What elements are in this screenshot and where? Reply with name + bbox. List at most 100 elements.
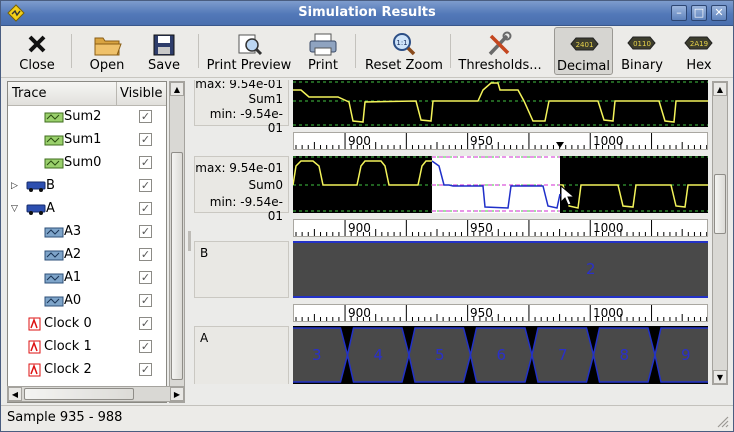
print-preview-button[interactable]: Print Preview	[204, 27, 294, 75]
print-button[interactable]: Print	[297, 27, 349, 75]
simulation-results-window: Simulation Results – □ ✕ Close Open Save…	[0, 0, 734, 432]
save-button[interactable]: Save	[136, 27, 192, 75]
visible-checkbox[interactable]: ✓	[139, 110, 152, 123]
tree-row-b[interactable]: ▷ B ✓	[8, 175, 166, 198]
sum0-waveform[interactable]	[293, 156, 708, 213]
tree-row-label: Clock 1	[44, 339, 92, 354]
visible-checkbox[interactable]: ✓	[139, 317, 152, 330]
visible-checkbox[interactable]: ✓	[139, 179, 152, 192]
tree-row-label: Clock 2	[44, 362, 92, 377]
tree-row-sum0[interactable]: Sum0 ✓	[8, 152, 166, 175]
tree-row-sum1[interactable]: Sum1 ✓	[8, 129, 166, 152]
scroll-down-arrow-icon[interactable]: ▼	[713, 370, 727, 384]
visible-checkbox[interactable]: ✓	[139, 271, 152, 284]
tree-row-clock-1[interactable]: Clock 1 ✓	[8, 336, 166, 359]
status-bar: Sample 935 - 988	[1, 405, 733, 431]
b-bus-waveform[interactable]: 2	[293, 241, 708, 298]
scroll-left-arrow-icon[interactable]: ◀	[8, 387, 22, 401]
maximize-button[interactable]: □	[691, 5, 707, 21]
save-button-label: Save	[148, 58, 180, 73]
tree-row-a[interactable]: ▽ A ✓	[8, 198, 166, 221]
trace-label-a[interactable]: A	[194, 326, 289, 384]
ruler-label-1000: 1000	[593, 134, 624, 148]
tree-row-a1[interactable]: A1 ✓	[8, 267, 166, 290]
waveform-scrollbar[interactable]: ▲ ▼	[712, 81, 728, 385]
hex-button[interactable]: 2A19 Hex	[673, 27, 725, 75]
close-window-button[interactable]: ✕	[711, 5, 727, 21]
column-header-trace[interactable]: Trace	[12, 86, 47, 101]
digital-signal-icon	[44, 273, 64, 284]
tree-row-clock-2[interactable]: Clock 2 ✓	[8, 359, 166, 382]
visible-checkbox[interactable]: ✓	[139, 363, 152, 376]
reset-zoom-button-label: Reset Zoom	[365, 58, 443, 73]
expander-collapsed-icon[interactable]: ▷	[11, 181, 18, 191]
visible-checkbox[interactable]: ✓	[139, 248, 152, 261]
expander-expanded-icon[interactable]: ▽	[11, 204, 18, 214]
sum1-min-text: min: -9.54e-01	[209, 107, 283, 135]
visible-checkbox[interactable]: ✓	[139, 225, 152, 238]
tree-row-a3[interactable]: A3 ✓	[8, 221, 166, 244]
trace-tree: Trace Visible Sum2 ✓ Sum1 ✓ Sum0 ✓ ▷ B ✓ ▽ A ✓ A3 ✓ A2…	[7, 81, 167, 403]
sum0-min-text: min: -9.54e-01	[209, 195, 283, 223]
binary-button[interactable]: 0110 Binary	[616, 27, 668, 75]
tree-row-clock-0[interactable]: Clock 0 ✓	[8, 313, 166, 336]
a-bus-waveform[interactable]: 3 4 5 6 7 8 9	[293, 326, 708, 384]
close-button[interactable]: Close	[9, 27, 65, 75]
reset-zoom-button[interactable]: 1:1 Reset Zoom	[363, 27, 445, 75]
open-button-label: Open	[89, 58, 125, 73]
visible-checkbox[interactable]: ✓	[139, 294, 152, 307]
visible-checkbox[interactable]: ✓	[139, 156, 152, 169]
trace-label-sum1[interactable]: max: 9.54e-01 Sum1 min: -9.54e-01	[194, 80, 289, 135]
open-button[interactable]: Open	[79, 27, 135, 75]
tree-scrollbar[interactable]: ▲ ▼	[169, 81, 185, 403]
waveform-panel: max: 9.54e-01 Sum1 min: -9.54e-01 900 95…	[192, 80, 711, 384]
folder-icon	[94, 37, 122, 56]
visible-checkbox[interactable]: ✓	[139, 340, 152, 353]
trace-label-b[interactable]: B	[194, 241, 289, 298]
print-preview-button-label: Print Preview	[206, 58, 292, 73]
minimize-button[interactable]: –	[671, 5, 687, 21]
tools-icon	[488, 31, 512, 56]
tree-row-a0[interactable]: A0 ✓	[8, 290, 166, 313]
visible-checkbox[interactable]: ✓	[139, 133, 152, 146]
a-bus-value: 4	[373, 346, 383, 364]
sum1-waveform[interactable]	[293, 80, 708, 127]
time-cursor-marker-icon[interactable]	[556, 142, 564, 148]
digital-signal-icon	[44, 296, 64, 307]
visible-checkbox[interactable]: ✓	[139, 202, 152, 215]
tree-row-sum2[interactable]: Sum2 ✓	[8, 106, 166, 129]
minimize-icon: –	[676, 6, 682, 19]
trace-label-sum0[interactable]: max: 9.54e-01 Sum0 min: -9.54e-01	[194, 156, 289, 223]
thresholds-button[interactable]: Thresholds...	[457, 27, 543, 75]
a-bus-value: 8	[619, 346, 629, 364]
title-bar[interactable]: Simulation Results – □ ✕	[1, 1, 733, 26]
column-header-visible[interactable]: Visible	[120, 86, 162, 101]
ruler-label-950: 950	[470, 221, 493, 235]
time-ruler[interactable]: 900 950 1000	[293, 132, 708, 150]
scroll-up-arrow-icon[interactable]: ▲	[170, 82, 184, 96]
hex-badge: 2A19	[690, 40, 708, 48]
tree-row-label: A	[46, 201, 55, 216]
scroll-up-arrow-icon[interactable]: ▲	[713, 82, 727, 96]
digital-signal-icon	[44, 250, 64, 261]
tree-row-label: Sum0	[64, 155, 102, 170]
column-divider[interactable]	[116, 82, 117, 106]
tree-scrollbar-thumb[interactable]	[171, 152, 183, 380]
hex-chip-icon: 2A19	[684, 36, 713, 50]
tree-row-a2[interactable]: A2 ✓	[8, 244, 166, 267]
waveform-scrollbar-thumb[interactable]	[714, 174, 726, 234]
close-x-icon	[28, 35, 46, 53]
tree-row-label: A2	[64, 247, 82, 262]
tree-horizontal-scrollbar[interactable]: ◀ ▶	[7, 386, 185, 402]
tree-row-label: Clock 0	[44, 316, 92, 331]
time-ruler[interactable]: 900 950 1000	[293, 219, 708, 237]
decimal-button[interactable]: 2401 Decimal	[554, 27, 613, 75]
sum1-max-text: max: 9.54e-01	[195, 80, 283, 91]
resize-grip-icon[interactable]	[715, 414, 729, 428]
zoom-icon: 1:1	[393, 33, 416, 56]
scroll-right-arrow-icon[interactable]: ▶	[170, 387, 184, 401]
time-ruler[interactable]: 900 950 1000	[293, 304, 708, 322]
tree-hscrollbar-thumb[interactable]	[24, 388, 134, 400]
a-bus-value: 3	[312, 346, 322, 364]
decimal-button-label: Decimal	[556, 59, 610, 74]
